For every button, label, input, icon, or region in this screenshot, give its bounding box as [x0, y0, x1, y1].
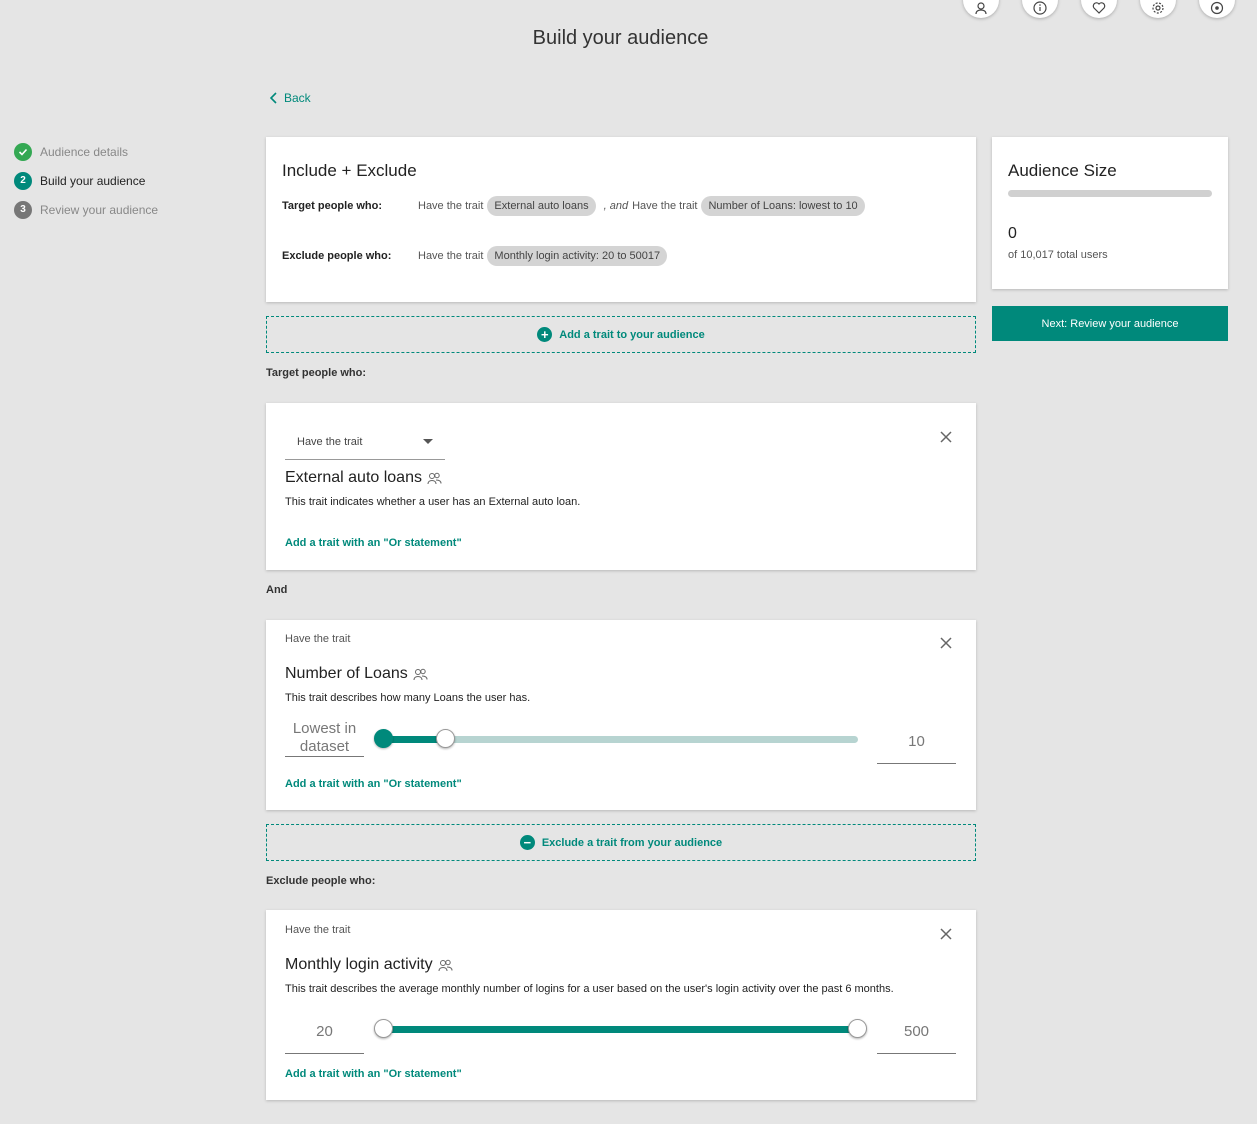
- include-exclude-summary: Include + Exclude Target people who: Hav…: [266, 137, 976, 302]
- check-icon: [14, 142, 32, 161]
- trait-name-text: External auto loans: [285, 469, 422, 486]
- trait-name-text: Monthly login activity: [285, 956, 433, 973]
- users-icon: [427, 472, 442, 484]
- users-icon: [413, 668, 428, 680]
- add-trait-label: Add a trait to your audience: [559, 328, 705, 341]
- top-icon-bar: [963, 0, 1235, 18]
- range-min-input[interactable]: Lowest in dataset: [285, 720, 364, 757]
- audience-count: 0: [1008, 225, 1017, 242]
- trait-name: Monthly login activity: [285, 956, 894, 974]
- have-trait-text: Have the trait: [418, 200, 484, 212]
- trait-name: External auto loans: [285, 469, 580, 487]
- target-label: Target people who:: [282, 200, 383, 212]
- target-summary-row: Target people who: Have the trait Extern…: [282, 195, 960, 217]
- heart-icon[interactable]: [1081, 0, 1117, 18]
- user-icon[interactable]: [963, 0, 999, 18]
- range-min-input[interactable]: 20: [285, 1022, 364, 1054]
- range-fill: [384, 1026, 858, 1033]
- range-max-input[interactable]: 500: [877, 1022, 956, 1054]
- step-number: 3: [14, 200, 32, 219]
- add-or-trait-link[interactable]: Add a trait with an "Or statement": [285, 778, 462, 790]
- step-number: 2: [14, 171, 32, 190]
- trait-name-text: Number of Loans: [285, 665, 408, 682]
- step-build-audience[interactable]: 2 Build your audience: [14, 166, 158, 195]
- close-icon[interactable]: [938, 635, 954, 651]
- minus-circle-icon: −: [519, 835, 535, 850]
- close-icon[interactable]: [938, 429, 954, 445]
- add-trait-button[interactable]: + Add a trait to your audience: [266, 316, 976, 353]
- exclude-summary-row: Exclude people who: Have the trait Month…: [282, 245, 960, 267]
- step-label: Build your audience: [40, 173, 146, 188]
- audience-total: of 10,017 total users: [1008, 249, 1108, 261]
- step-audience-details[interactable]: Audience details: [14, 137, 158, 166]
- trait-description: This trait describes the average monthly…: [285, 983, 894, 995]
- range-track: [384, 736, 858, 743]
- audience-size-card: Audience Size 0 of 10,017 total users: [992, 137, 1228, 289]
- trait-chip: Number of Loans: lowest to 10: [701, 196, 865, 216]
- exclude-label: Exclude people who:: [282, 250, 392, 262]
- trait-card-external-auto-loans: Have the trait External auto loans This …: [266, 403, 976, 570]
- trait-card-number-of-loans: Have the trait Number of Loans This trai…: [266, 620, 976, 810]
- users-icon: [438, 959, 453, 971]
- trait-card-monthly-login-activity: Have the trait Monthly login activity Th…: [266, 910, 976, 1100]
- trait-chip: Monthly login activity: 20 to 50017: [487, 246, 668, 266]
- audience-size-bar: [1008, 190, 1212, 197]
- have-trait-text: Have the trait: [632, 200, 698, 212]
- exclude-trait-button[interactable]: − Exclude a trait from your audience: [266, 824, 976, 861]
- close-icon[interactable]: [938, 926, 954, 942]
- settings-icon[interactable]: [1140, 0, 1176, 18]
- back-label: Back: [284, 91, 311, 105]
- range-max-input[interactable]: 10: [877, 732, 956, 764]
- exclude-section-label: Exclude people who:: [266, 875, 376, 887]
- trait-name: Number of Loans: [285, 665, 530, 683]
- have-trait-text: Have the trait: [418, 250, 484, 262]
- page-title: Build your audience: [532, 27, 709, 49]
- range-min-thumb[interactable]: [374, 729, 393, 748]
- step-label: Audience details: [40, 144, 129, 159]
- summary-title: Include + Exclude: [282, 161, 417, 180]
- back-link[interactable]: Back: [270, 91, 311, 105]
- trait-chip: External auto loans: [487, 196, 596, 216]
- and-text: , and: [603, 200, 629, 212]
- step-review-audience[interactable]: 3 Review your audience: [14, 195, 158, 224]
- trait-condition: Have the trait: [285, 633, 351, 645]
- step-label: Review your audience: [40, 202, 159, 217]
- info-icon[interactable]: [1022, 0, 1058, 18]
- trait-condition-select[interactable]: Have the trait: [285, 424, 445, 460]
- and-label: And: [266, 584, 288, 596]
- select-value: Have the trait: [297, 435, 363, 448]
- add-or-trait-link[interactable]: Add a trait with an "Or statement": [285, 1068, 462, 1080]
- target-section-label: Target people who:: [266, 367, 367, 379]
- range-max-thumb[interactable]: [848, 1019, 867, 1038]
- caret-down-icon: [423, 439, 433, 444]
- chevron-left-icon: [270, 92, 277, 104]
- trait-condition: Have the trait: [285, 924, 351, 936]
- location-icon[interactable]: [1199, 0, 1235, 18]
- exclude-trait-label: Exclude a trait from your audience: [541, 836, 723, 849]
- range-min-thumb[interactable]: [374, 1019, 393, 1038]
- next-review-button[interactable]: Next: Review your audience: [992, 306, 1228, 341]
- range-max-thumb[interactable]: [436, 729, 455, 748]
- step-list: Audience details 2 Build your audience 3…: [14, 137, 158, 224]
- add-or-trait-link[interactable]: Add a trait with an "Or statement": [285, 537, 462, 549]
- trait-description: This trait indicates whether a user has …: [285, 496, 581, 508]
- plus-circle-icon: +: [537, 327, 553, 342]
- audience-size-title: Audience Size: [1008, 161, 1117, 180]
- trait-description: This trait describes how many Loans the …: [285, 692, 531, 704]
